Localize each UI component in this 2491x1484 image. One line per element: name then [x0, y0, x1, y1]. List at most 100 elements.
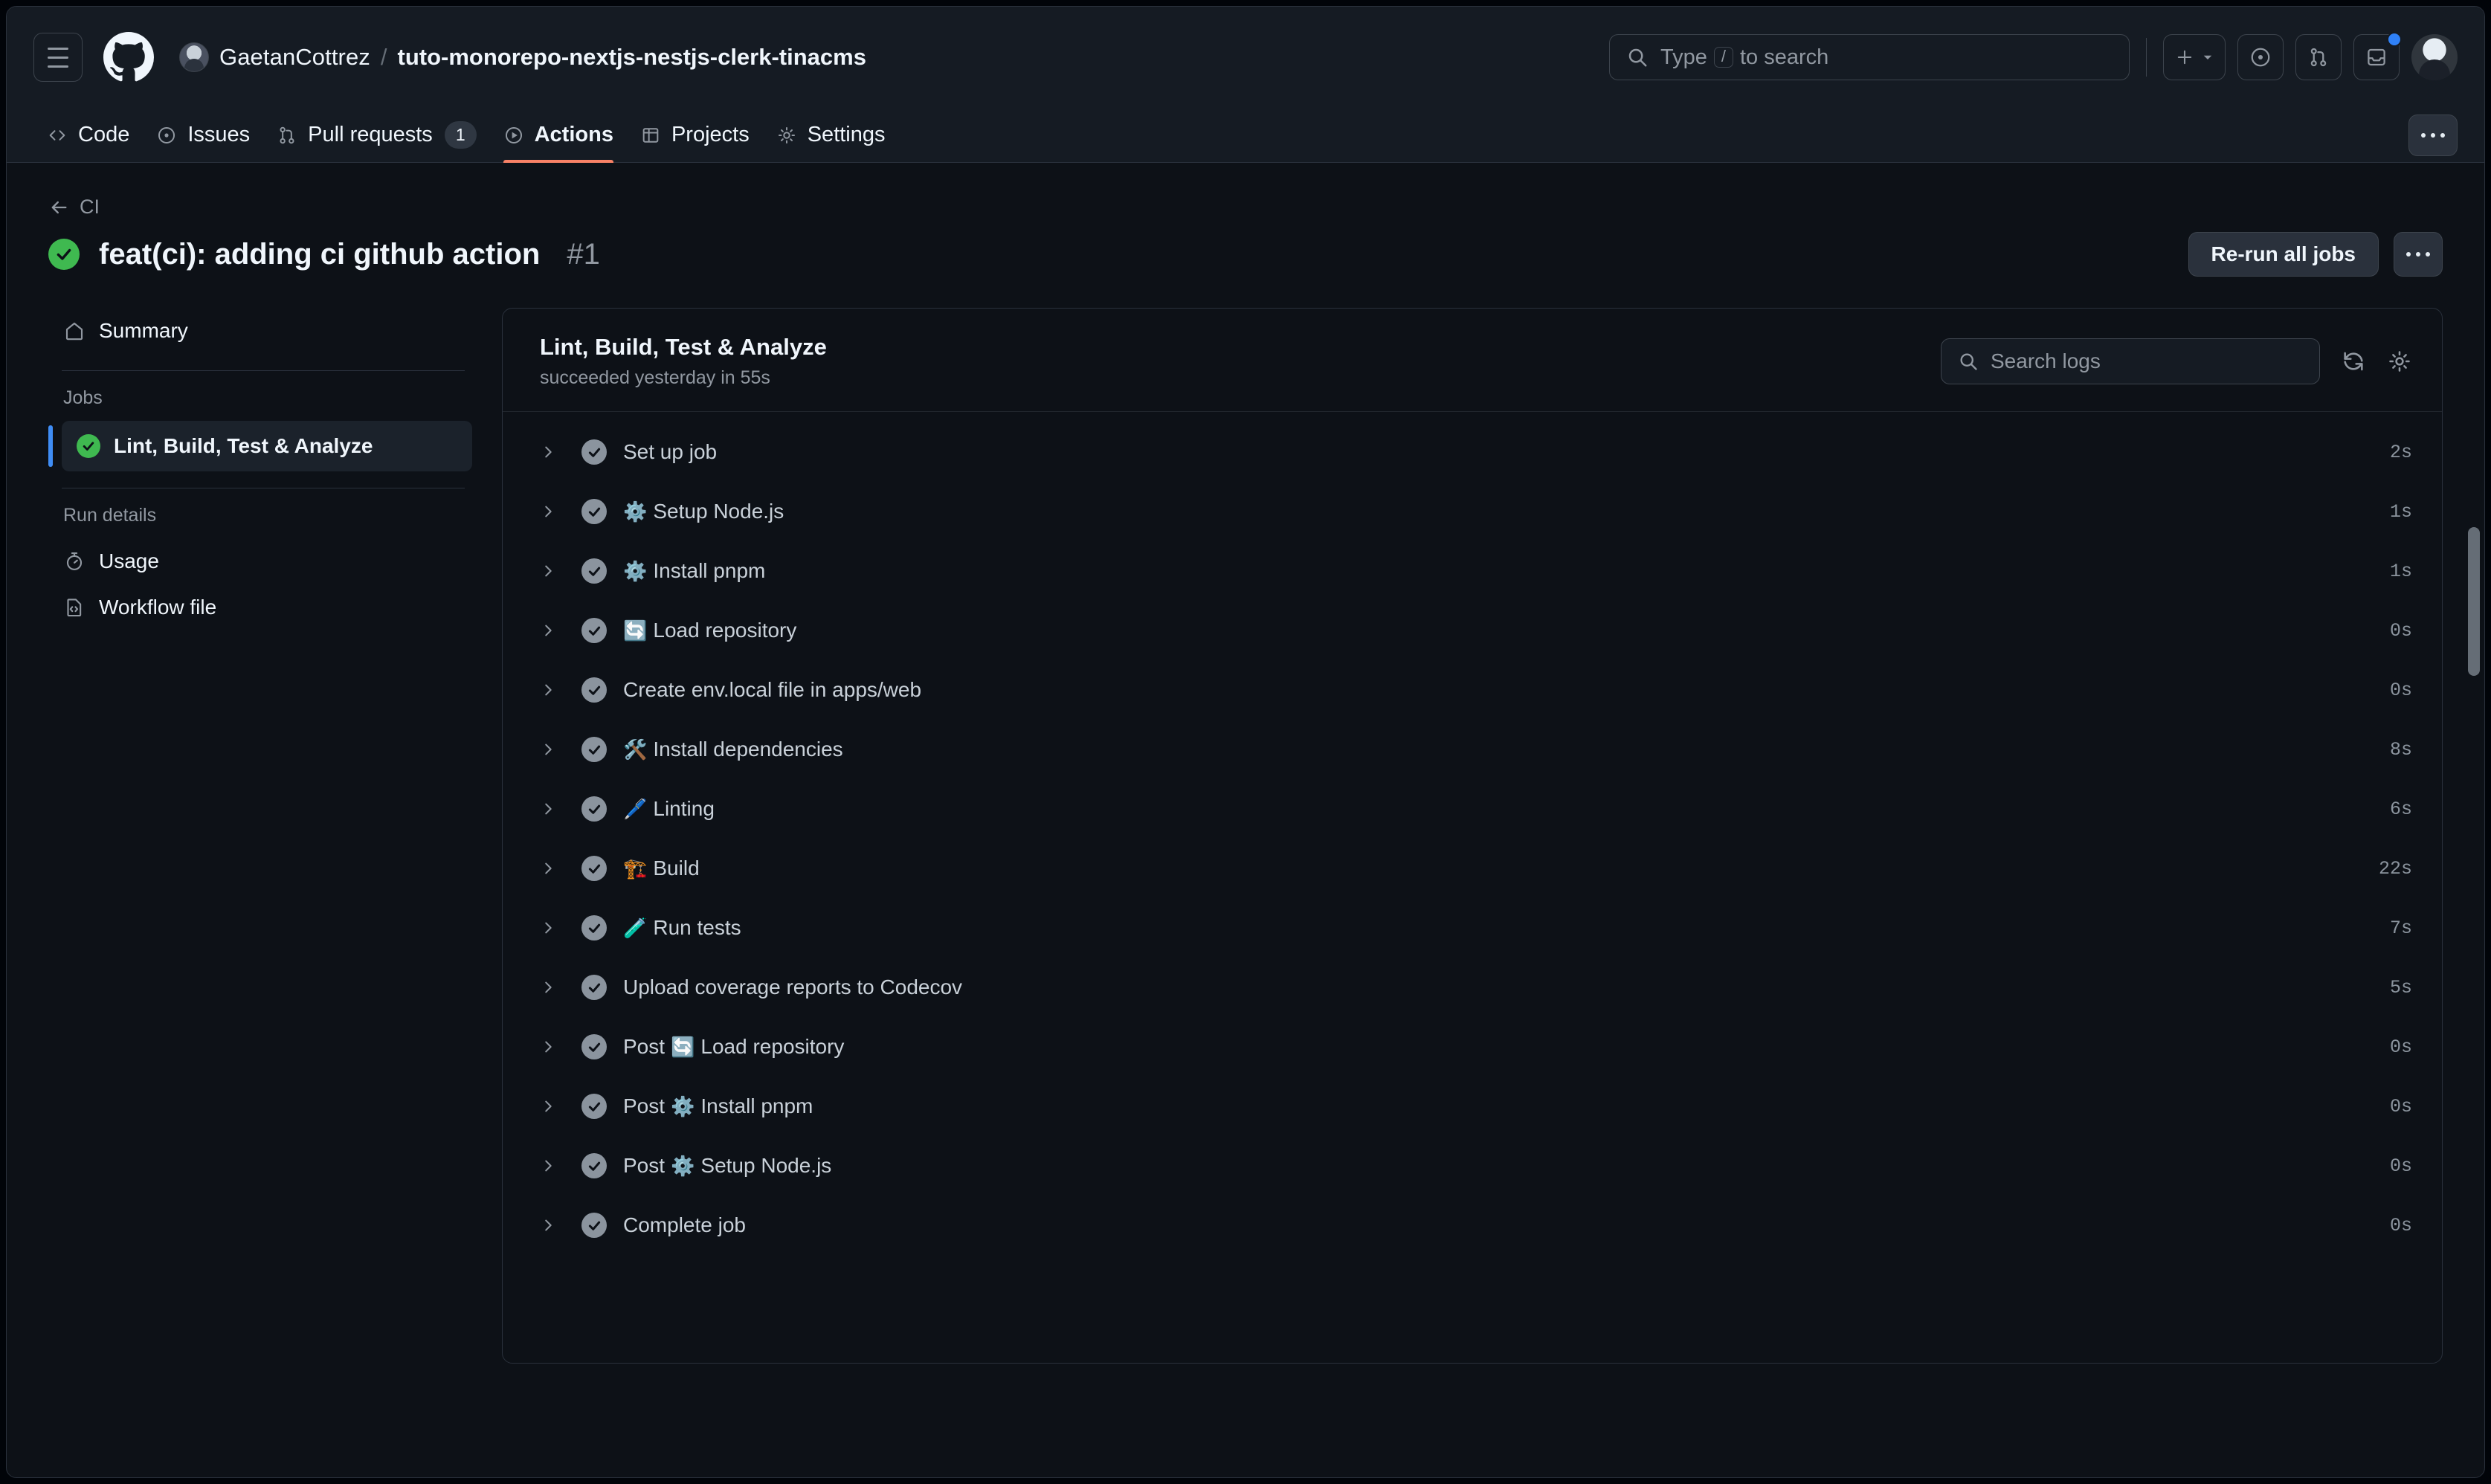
user-avatar[interactable]: [2411, 34, 2458, 80]
breadcrumb-separator: /: [380, 44, 387, 70]
nav-tab-issues[interactable]: Issues: [143, 108, 263, 163]
breadcrumb-owner[interactable]: GaetanCottrez: [219, 44, 370, 71]
chevron-right-icon[interactable]: [540, 801, 565, 817]
repo-nav-more-button[interactable]: [2408, 114, 2458, 156]
github-actions-run-page: GaetanCottrez / tuto-monorepo-nextjs-nes…: [6, 6, 2485, 1478]
breadcrumb-repo[interactable]: tuto-monorepo-nextjs-nestjs-clerk-tinacm…: [398, 44, 866, 71]
nav-tab-code[interactable]: Code: [33, 108, 143, 163]
chevron-right-icon[interactable]: [540, 563, 565, 579]
chevron-right-icon[interactable]: [540, 1217, 565, 1233]
run-actions: Re-run all jobs: [2188, 232, 2443, 277]
sidebar-item-workflow-file[interactable]: Workflow file: [48, 584, 472, 630]
nav-tab-settings[interactable]: Settings: [763, 108, 899, 163]
job-log-header: Lint, Build, Test & Analyze succeeded ye…: [503, 309, 2442, 412]
chevron-right-icon[interactable]: [540, 860, 565, 877]
search-logs-placeholder: Search logs: [1991, 349, 2101, 372]
step-label: Post ⚙️ Setup Node.js: [623, 1154, 832, 1177]
step-status-success-icon: [581, 558, 607, 584]
sidebar-item-label: Workflow file: [99, 596, 217, 619]
table-icon: [642, 127, 659, 143]
run-status-success-icon: [48, 239, 80, 270]
step-emoji-icon: 🖊️: [623, 798, 648, 820]
step-duration: 0s: [2389, 679, 2412, 701]
pull-requests-button[interactable]: [2295, 34, 2342, 80]
step-row[interactable]: ⚙️ Setup Node.js 1s: [503, 482, 2442, 541]
dot: [2406, 252, 2411, 257]
step-row[interactable]: Post 🔄 Load repository 0s: [503, 1017, 2442, 1077]
step-label: 🧪 Run tests: [623, 916, 741, 939]
create-new-button[interactable]: [2163, 34, 2226, 80]
step-label: Post ⚙️ Install pnpm: [623, 1094, 813, 1117]
hamburger-menu-button[interactable]: [33, 33, 83, 82]
nav-tab-projects[interactable]: Projects: [627, 108, 763, 163]
chevron-right-icon[interactable]: [540, 682, 565, 698]
re-run-all-jobs-button[interactable]: Re-run all jobs: [2188, 232, 2379, 277]
sidebar-item-usage[interactable]: Usage: [48, 538, 472, 584]
step-row[interactable]: 🏗️ Build 22s: [503, 839, 2442, 898]
nav-tab-label: Settings: [807, 123, 886, 146]
step-duration: 0s: [2389, 1095, 2412, 1117]
step-status-success-icon: [581, 439, 607, 465]
step-emoji-icon: ⚙️: [671, 1155, 695, 1177]
step-row[interactable]: ⚙️ Install pnpm 1s: [503, 541, 2442, 601]
refresh-logs-button[interactable]: [2341, 349, 2366, 374]
step-status-success-icon: [581, 1094, 607, 1119]
dot: [2440, 132, 2445, 138]
step-duration: 8s: [2389, 738, 2412, 761]
global-search-input[interactable]: Type / to search: [1609, 34, 2130, 80]
step-status-success-icon: [581, 677, 607, 703]
job-status-subtitle: succeeded yesterday in 55s: [540, 367, 770, 388]
step-row[interactable]: Complete job 0s: [503, 1196, 2442, 1255]
sidebar-item-summary[interactable]: Summary: [48, 308, 472, 354]
step-emoji-icon: 🏗️: [623, 857, 648, 880]
step-duration: 6s: [2389, 798, 2412, 820]
github-logo-icon[interactable]: [103, 32, 154, 83]
job-steps-list: Set up job 2s ⚙️ Setup Node.js 1s ⚙️ Install p…: [503, 412, 2442, 1300]
step-row[interactable]: Set up job 2s: [503, 422, 2442, 482]
nav-tab-label: Code: [78, 123, 130, 146]
notifications-button[interactable]: [2353, 32, 2402, 80]
step-duration: 1s: [2389, 560, 2412, 582]
nav-tab-actions[interactable]: Actions: [490, 108, 627, 163]
run-body: Summary Jobs Lint, Build, Test & Analyze…: [7, 277, 2484, 1364]
step-row[interactable]: Create env.local file in apps/web 0s: [503, 660, 2442, 720]
step-row[interactable]: Post ⚙️ Install pnpm 0s: [503, 1077, 2442, 1136]
step-row[interactable]: 🧪 Run tests 7s: [503, 898, 2442, 958]
chevron-right-icon[interactable]: [540, 622, 565, 639]
issues-button[interactable]: [2237, 34, 2284, 80]
chevron-right-icon[interactable]: [540, 1158, 565, 1174]
step-status-success-icon: [581, 1034, 607, 1059]
inbox-icon: [2368, 48, 2385, 66]
chevron-right-icon[interactable]: [540, 1098, 565, 1114]
step-emoji-icon: 🔄: [623, 619, 648, 642]
step-label: Create env.local file in apps/web: [623, 678, 922, 701]
step-row[interactable]: 🛠️ Install dependencies 8s: [503, 720, 2442, 779]
nav-tab-pull-requests[interactable]: Pull requests 1: [263, 108, 489, 163]
step-row[interactable]: 🔄 Load repository 0s: [503, 601, 2442, 660]
dot: [2421, 132, 2426, 138]
step-row[interactable]: 🖊️ Linting 6s: [503, 779, 2442, 839]
chevron-right-icon[interactable]: [540, 444, 565, 460]
chevron-right-icon[interactable]: [540, 741, 565, 758]
step-emoji-icon: ⚙️: [671, 1095, 695, 1117]
step-duration: 0s: [2389, 1155, 2412, 1177]
search-logs-input[interactable]: Search logs: [1941, 338, 2320, 384]
back-to-workflow-link[interactable]: CI: [48, 196, 2443, 219]
step-row[interactable]: Upload coverage reports to Codecov 5s: [503, 958, 2442, 1017]
chevron-right-icon[interactable]: [540, 503, 565, 520]
owner-avatar[interactable]: [179, 42, 209, 72]
chevron-right-icon[interactable]: [540, 920, 565, 936]
chevron-right-icon[interactable]: [540, 1039, 565, 1055]
sidebar-item-job-lint-build-test-analyze[interactable]: Lint, Build, Test & Analyze: [48, 421, 472, 471]
run-more-options-button[interactable]: [2394, 232, 2443, 277]
chevron-right-icon[interactable]: [540, 979, 565, 996]
step-status-success-icon: [581, 1213, 607, 1238]
step-row[interactable]: Post ⚙️ Setup Node.js 0s: [503, 1136, 2442, 1196]
job-status-success-icon: [77, 434, 100, 458]
page-scrollbar-track[interactable]: [2466, 111, 2483, 1476]
step-duration: 22s: [2378, 857, 2412, 880]
search-icon: [1628, 48, 1647, 67]
log-settings-button[interactable]: [2387, 349, 2412, 374]
page-scrollbar-thumb[interactable]: [2468, 527, 2480, 676]
step-status-success-icon: [581, 499, 607, 524]
